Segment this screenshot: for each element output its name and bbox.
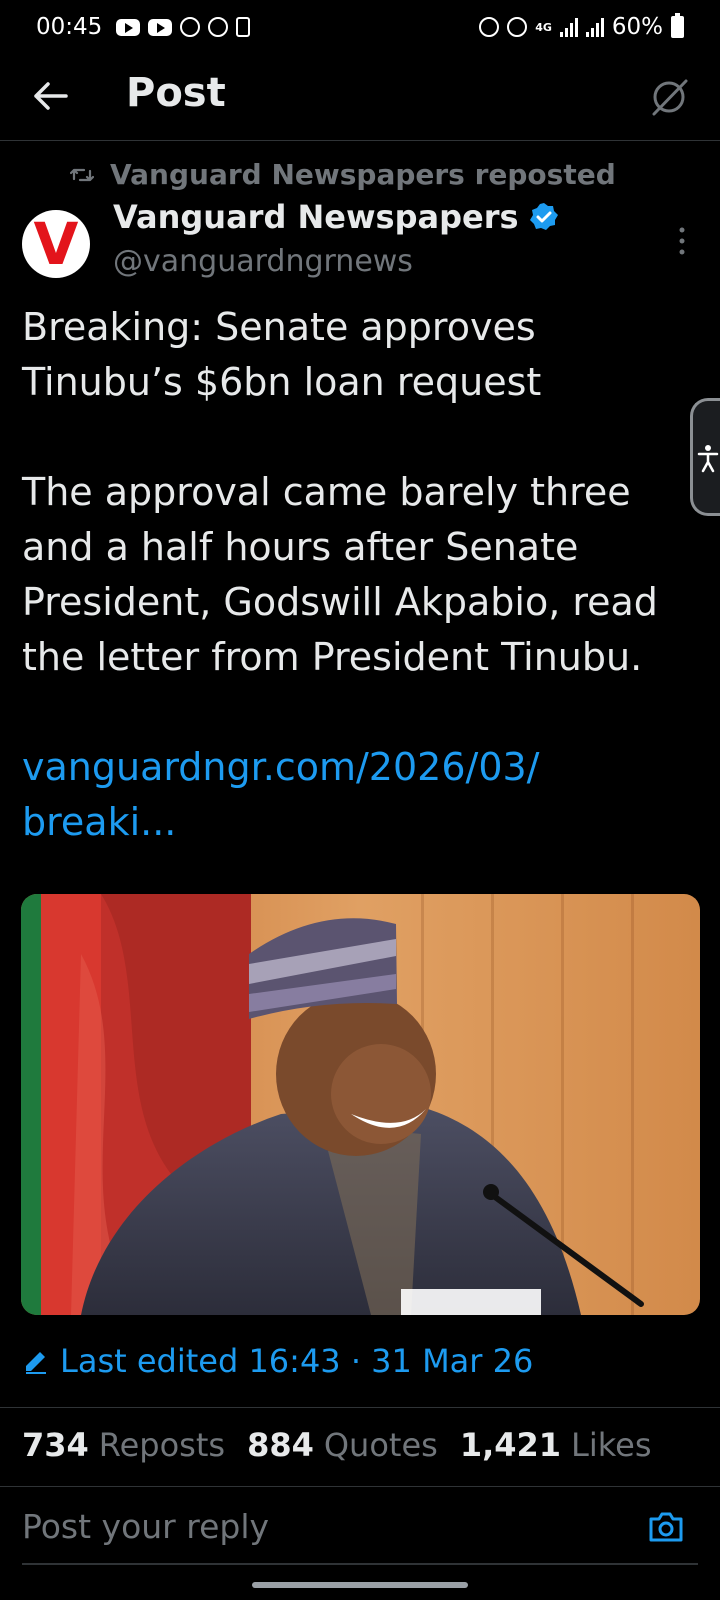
battery-percent: 60% (611, 14, 663, 40)
whatsapp-icon (180, 17, 201, 37)
alarm-icon (507, 17, 528, 37)
battery-icon (671, 13, 684, 38)
reposts-count: 734 (22, 1426, 89, 1464)
home-gesture-bar[interactable] (252, 1582, 468, 1588)
page-title: Post (126, 70, 226, 116)
likes-count: 1,421 (459, 1426, 562, 1464)
avatar-letter: V (33, 210, 79, 278)
engagement-stats: 734 Reposts 884 Quotes 1,421 Likes (0, 1407, 720, 1487)
back-arrow-icon[interactable] (28, 74, 72, 118)
repost-icon (70, 168, 94, 181)
youtube-icon (116, 18, 141, 36)
author-name[interactable]: Vanguard Newspapers (113, 198, 559, 236)
reply-input[interactable]: Post your reply (22, 1507, 269, 1546)
youtube-icon (148, 18, 173, 36)
reposts-stat[interactable]: 734 Reposts (22, 1426, 225, 1464)
post-body: Breaking: Senate approves Tinubu’s $6bn … (22, 300, 702, 850)
signal-icon (559, 17, 578, 37)
avatar[interactable]: V (22, 210, 90, 278)
post-link[interactable]: vanguardngr.com/2026/03/ breaki... (22, 740, 702, 850)
quotes-stat[interactable]: 884 Quotes (247, 1426, 438, 1464)
repost-text: Vanguard Newspapers reposted (110, 158, 616, 191)
phone-storage-icon (236, 17, 251, 37)
author-name-text: Vanguard Newspapers (113, 198, 519, 236)
accessibility-icon (697, 445, 719, 473)
status-time: 00:45 (36, 14, 103, 40)
edit-pencil-icon (26, 1352, 46, 1374)
lock-icon (479, 17, 500, 37)
camera-icon[interactable] (648, 1511, 684, 1543)
likes-label: Likes (571, 1426, 652, 1464)
post-link-line1: vanguardngr.com/2026/03/ (22, 745, 540, 789)
reply-underline (22, 1563, 698, 1565)
reply-composer: Post your reply (0, 1485, 720, 1570)
repost-label: Vanguard Newspapers reposted (70, 158, 616, 191)
reposts-label: Reposts (98, 1426, 226, 1464)
accessibility-shortcut[interactable] (690, 398, 720, 516)
edited-text: Last edited 16:43 · 31 Mar 26 (60, 1342, 534, 1380)
network-type: 4G (535, 20, 552, 34)
author-handle[interactable]: @vanguardngrnews (113, 244, 413, 279)
grok-icon[interactable] (648, 76, 690, 118)
post-link-line2: breaki... (22, 800, 177, 844)
status-bar: 00:45 4G 60% (0, 0, 720, 54)
post-image[interactable] (21, 894, 700, 1315)
top-app-bar: Post (0, 54, 720, 141)
quotes-count: 884 (247, 1426, 314, 1464)
verified-badge-icon (529, 203, 558, 230)
signal-icon (585, 17, 604, 37)
more-options-icon[interactable] (678, 226, 686, 256)
likes-stat[interactable]: 1,421 Likes (460, 1426, 652, 1464)
post-photo-illustration (21, 894, 700, 1315)
post-headline: Breaking: Senate approves Tinubu’s $6bn … (22, 305, 542, 404)
threads-icon (208, 17, 229, 37)
edit-history-link[interactable]: Last edited 16:43 · 31 Mar 26 (22, 1342, 533, 1380)
quotes-label: Quotes (323, 1426, 438, 1464)
post-paragraph: The approval came barely three and a hal… (22, 470, 658, 679)
